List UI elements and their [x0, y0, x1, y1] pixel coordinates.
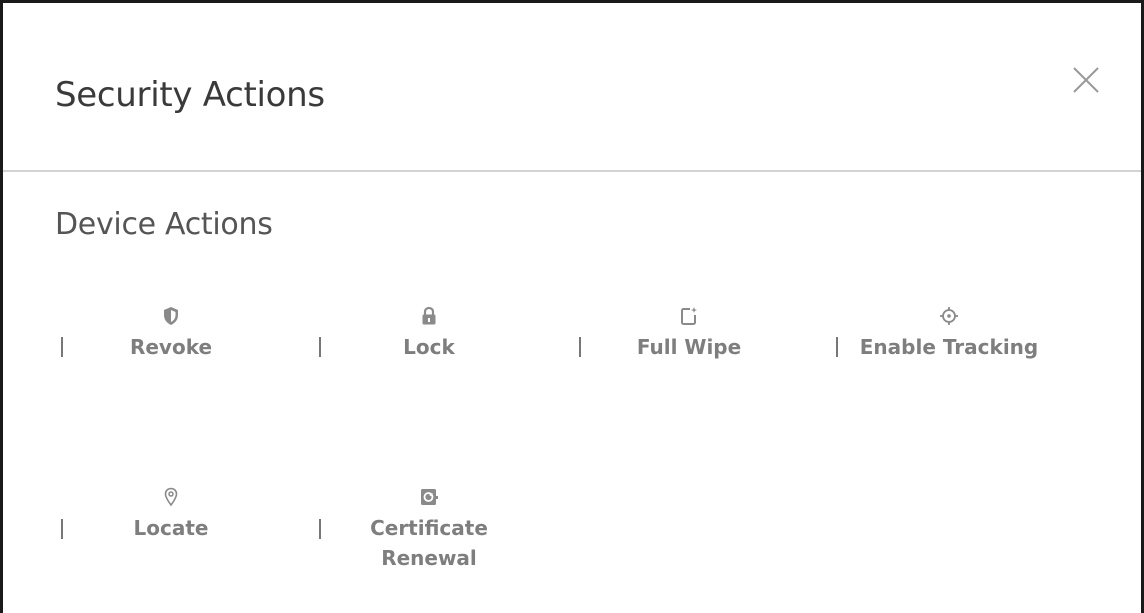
action-separator	[579, 337, 581, 357]
action-separator	[319, 519, 321, 539]
action-separator	[61, 519, 63, 539]
action-label: Lock	[403, 335, 455, 359]
header-divider	[3, 170, 1141, 172]
action-label: Enable Tracking	[859, 335, 1039, 359]
dialog-title: Security Actions	[55, 75, 325, 115]
lock-action[interactable]: Lock	[329, 306, 529, 362]
section-title: Device Actions	[55, 207, 273, 242]
close-icon	[1073, 67, 1099, 93]
action-separator	[836, 337, 838, 357]
action-label: Locate	[133, 516, 209, 540]
action-label: Revoke	[129, 335, 213, 359]
full-wipe-action[interactable]: Full Wipe	[589, 306, 789, 362]
close-button[interactable]	[1069, 63, 1103, 97]
shield-icon	[164, 307, 178, 325]
crosshair-icon	[940, 307, 958, 325]
location-pin-icon	[164, 487, 178, 507]
security-actions-dialog: Security Actions Device Actions Revoke L…	[0, 0, 1144, 613]
wipe-device-icon	[681, 307, 697, 325]
enable-tracking-action[interactable]: Enable Tracking	[849, 306, 1049, 362]
certificate-renewal-action[interactable]: Certificate Renewal	[329, 487, 529, 573]
certificate-icon	[421, 489, 438, 505]
action-separator	[61, 337, 63, 357]
lock-icon	[422, 306, 436, 325]
action-label: Certificate Renewal	[370, 516, 488, 570]
revoke-action[interactable]: Revoke	[71, 306, 271, 362]
action-separator	[319, 337, 321, 357]
locate-action[interactable]: Locate	[71, 487, 271, 543]
action-label: Full Wipe	[636, 335, 742, 359]
